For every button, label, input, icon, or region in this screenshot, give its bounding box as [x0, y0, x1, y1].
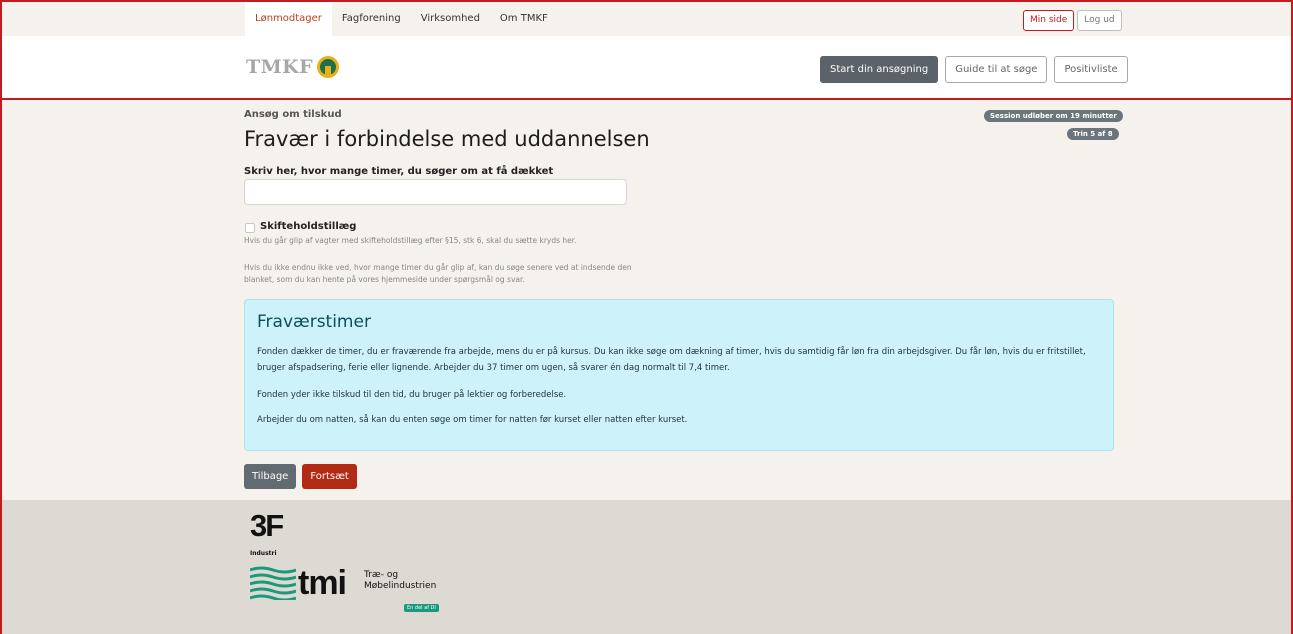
shift-checkbox[interactable] [245, 223, 255, 233]
tmi-subtitle-2: Møbelindustrien [364, 581, 437, 591]
hours-input[interactable] [244, 179, 627, 205]
tmi-subtitle-1: Træ- og [364, 570, 399, 580]
hours-label: Skriv her, hvor mange timer, du søger om… [244, 166, 554, 177]
logo-text: TMKF [246, 56, 314, 78]
tmkf-logo[interactable]: TMKF [246, 56, 340, 78]
logo-mark-icon [317, 56, 340, 78]
nav-om-tmkf[interactable]: Om TMKF [490, 2, 558, 36]
info-paragraph-3: Arbejder du om natten, så kan du enten s… [257, 415, 688, 425]
header-actions: Start din ansøgning Guide til at søge Po… [820, 56, 1128, 83]
tmi-waves-icon [250, 566, 296, 600]
tmi-logo-text: tmi [298, 564, 347, 602]
top-nav: Lønmodtager Fagforening Virksomhed Om TM… [245, 2, 558, 36]
top-navigation-bar: Lønmodtager Fagforening Virksomhed Om TM… [2, 2, 1291, 36]
account-actions: Min side Log ud [1023, 10, 1122, 31]
shift-help-text: Hvis du går glip af vagter med skiftehol… [244, 236, 577, 245]
back-button[interactable]: Tilbage [244, 464, 297, 489]
info-box: Fraværstimer Fonden dækker de timer, du … [244, 299, 1114, 451]
nav-lonmodtager[interactable]: Lønmodtager [245, 2, 332, 36]
tmi-tag: En del af DI [404, 604, 439, 612]
form-actions: Tilbage Fortsæt [244, 464, 357, 489]
site-footer [0, 500, 1293, 634]
page-title: Fravær i forbindelse med uddannelsen [244, 127, 650, 151]
nav-virksomhed[interactable]: Virksomhed [411, 2, 490, 36]
3f-logo-subtitle: Industri [250, 550, 277, 557]
nav-fagforening[interactable]: Fagforening [332, 2, 411, 36]
3f-logo: 3F [250, 508, 284, 543]
unknown-hours-help-text: Hvis du ikke endnu ikke ved, hvor mange … [244, 263, 632, 284]
shift-checkbox-label[interactable]: Skifteholdstillæg [260, 221, 356, 232]
start-application-button[interactable]: Start din ansøgning [820, 56, 939, 83]
site-header: Lønmodtager Fagforening Virksomhed Om TM… [0, 0, 1293, 100]
min-side-button[interactable]: Min side [1023, 10, 1075, 31]
info-paragraph-2: Fonden yder ikke tilskud til den tid, du… [257, 390, 567, 400]
session-badge: Session udløber om 19 minutter [984, 110, 1123, 122]
info-heading: Fraværstimer [257, 312, 371, 332]
info-paragraph-1: Fonden dækker de timer, du er fraværende… [257, 347, 1086, 373]
log-ud-button[interactable]: Log ud [1077, 10, 1122, 31]
positivliste-button[interactable]: Positivliste [1054, 56, 1128, 83]
guide-button[interactable]: Guide til at søge [945, 56, 1048, 83]
page-eyebrow: Ansøg om tilskud [244, 109, 342, 120]
continue-button[interactable]: Fortsæt [302, 464, 357, 489]
step-badge: Trin 5 af 8 [1067, 128, 1119, 140]
